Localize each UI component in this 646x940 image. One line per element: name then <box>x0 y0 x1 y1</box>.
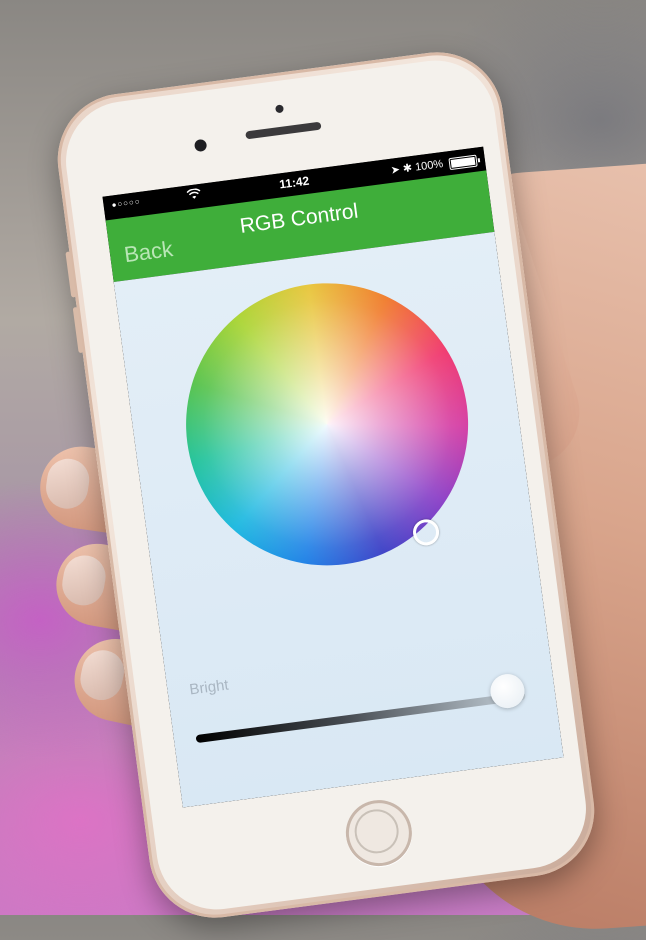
front-camera <box>193 138 208 153</box>
rgb-control-content: Bright <box>113 231 564 808</box>
home-button[interactable] <box>341 796 416 871</box>
brightness-slider-thumb[interactable] <box>488 671 527 711</box>
proximity-sensor <box>275 104 284 114</box>
finger-nail <box>58 552 109 609</box>
battery-icon <box>448 154 478 171</box>
brightness-label: Bright <box>188 676 230 699</box>
status-indicators: ➤ ✱ 100% <box>390 158 444 177</box>
earpiece-speaker <box>245 121 322 140</box>
finger-nail <box>43 456 92 512</box>
finger-nail <box>76 646 128 704</box>
phone-screen: ●○○○○ 11:42 ➤ ✱ 100% Back RGB Control Br… <box>102 146 564 808</box>
brightness-slider-track[interactable] <box>195 691 526 744</box>
color-wheel-selector[interactable] <box>411 517 441 547</box>
